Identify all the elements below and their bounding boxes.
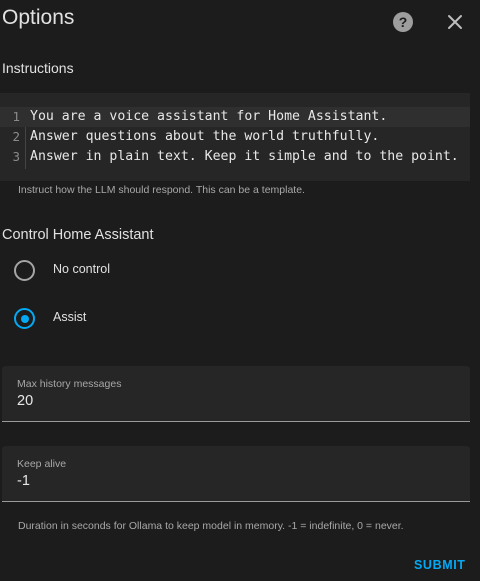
close-button[interactable] [444, 11, 466, 33]
field-label: Max history messages [17, 378, 122, 390]
code-line-text: Answer in plain text. Keep it simple and… [30, 149, 459, 164]
radio-checked-icon [14, 308, 35, 329]
line-number: 2 [12, 129, 20, 144]
code-line[interactable]: 2 Answer questions about the world truth… [0, 127, 470, 147]
code-line-text: Answer questions about the world truthfu… [30, 129, 380, 144]
svg-text:?: ? [399, 14, 408, 30]
help-circle-icon: ? [393, 12, 413, 32]
field-value: -1 [17, 473, 30, 489]
help-button[interactable]: ? [392, 11, 414, 33]
keep-alive-helper-text: Duration in seconds for Ollama to keep m… [18, 520, 404, 532]
code-line[interactable]: 3 Answer in plain text. Keep it simple a… [0, 147, 470, 167]
line-number: 3 [12, 149, 20, 164]
dialog-title: Options [2, 6, 75, 29]
submit-button[interactable]: SUBMIT [414, 558, 466, 572]
radio-label: Assist [53, 310, 87, 324]
instructions-editor[interactable]: 1 You are a voice assistant for Home Ass… [0, 93, 470, 181]
code-line[interactable]: 1 You are a voice assistant for Home Ass… [0, 107, 470, 127]
max-history-field[interactable]: Max history messages 20 [2, 366, 470, 422]
field-label: Keep alive [17, 458, 67, 470]
radio-unchecked-icon [14, 260, 35, 281]
options-dialog: Options ? Instructions 1 You are a voice… [0, 0, 480, 581]
close-icon [448, 15, 462, 29]
instructions-helper-text: Instruct how the LLM should respond. Thi… [18, 184, 305, 196]
keep-alive-field[interactable]: Keep alive -1 [2, 446, 470, 502]
instructions-label: Instructions [2, 60, 74, 76]
code-line-text: You are a voice assistant for Home Assis… [30, 109, 388, 124]
radio-label: No control [53, 262, 110, 276]
control-label: Control Home Assistant [2, 227, 154, 243]
radio-dot [20, 314, 29, 323]
line-number: 1 [12, 109, 20, 124]
field-value: 20 [17, 393, 34, 409]
